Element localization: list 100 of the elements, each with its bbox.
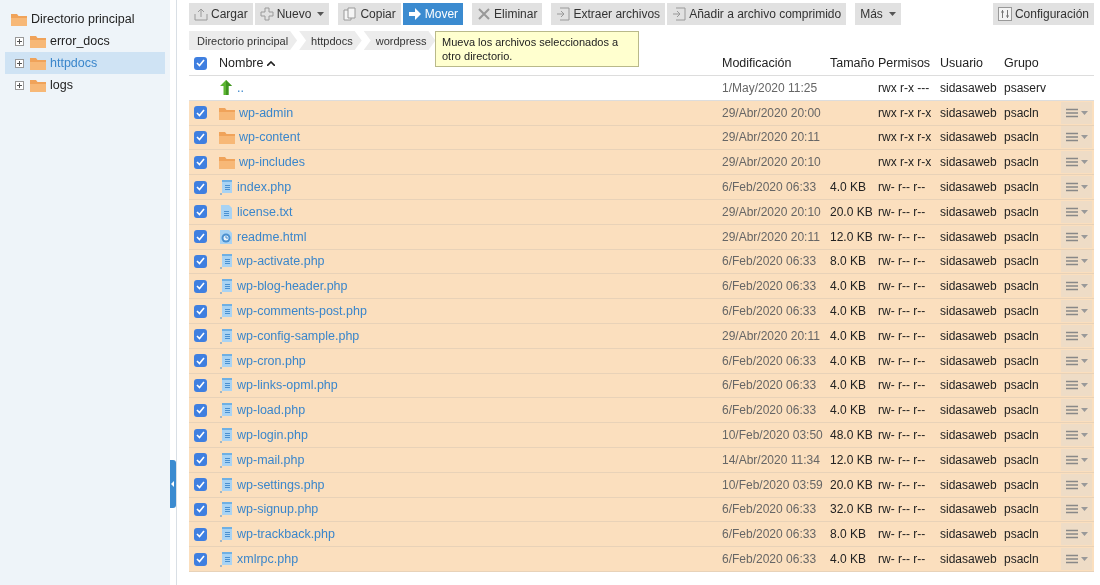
row-menu-button[interactable] xyxy=(1061,200,1092,223)
checkbox[interactable] xyxy=(194,552,207,566)
group-name: psacln xyxy=(1004,477,1039,492)
user-name: sidasaweb xyxy=(940,130,997,145)
row-menu-button[interactable] xyxy=(1061,374,1092,397)
checkbox[interactable] xyxy=(194,230,207,244)
checkbox[interactable] xyxy=(194,428,207,442)
checkbox[interactable] xyxy=(194,453,207,467)
file-row[interactable]: wp-links-opml.php 6/Feb/2020 06:33 4.0 KB rw- r-- r-- sidasaweb psacln xyxy=(189,373,1094,399)
tree-item[interactable]: Directorio principal xyxy=(5,8,165,30)
checkbox[interactable] xyxy=(194,378,207,392)
tree-item[interactable]: logs xyxy=(5,74,165,96)
checkbox[interactable] xyxy=(194,403,207,417)
caret-icon xyxy=(1080,185,1088,190)
column-header[interactable]: Grupo xyxy=(1004,56,1039,70)
checkbox[interactable] xyxy=(194,304,207,318)
file-row[interactable]: wp-comments-post.php 6/Feb/2020 06:33 4.0 KB rw- r-- r-- sidasaweb psacln xyxy=(189,299,1094,324)
file-size: 4.0 KB xyxy=(830,328,867,343)
menu-icon xyxy=(1065,380,1078,391)
checkbox[interactable] xyxy=(194,279,207,293)
row-menu-button[interactable] xyxy=(1061,176,1092,199)
file-row[interactable]: wp-includes 29/Abr/2020 20:10 rwx r-x r-x sidasaweb psacln xyxy=(189,150,1094,176)
user-name: sidasaweb xyxy=(940,428,997,443)
file-row[interactable]: wp-signup.php 6/Feb/2020 06:33 32.0 KB rw- r-- r-- sidasaweb psacln xyxy=(189,497,1094,523)
breadcrumb-item[interactable]: httpdocs xyxy=(299,31,362,50)
breadcrumb-item[interactable]: Directorio principal xyxy=(189,31,298,50)
group-name: psacln xyxy=(1004,105,1039,120)
checkbox[interactable] xyxy=(194,527,207,541)
row-menu-button[interactable] xyxy=(1061,151,1092,174)
checkbox[interactable] xyxy=(194,180,207,194)
caret-icon xyxy=(1080,482,1088,487)
file-row[interactable]: readme.html 29/Abr/2020 20:11 12.0 KB rw- r-- r-- sidasaweb psacln xyxy=(189,224,1094,250)
toolbar-button[interactable]: Extraer archivos xyxy=(551,3,666,25)
toolbar-button[interactable]: Cargar xyxy=(189,3,253,25)
script-file-icon xyxy=(219,451,233,468)
breadcrumb-item[interactable]: wordpress xyxy=(363,31,436,50)
row-menu-button[interactable] xyxy=(1061,126,1092,149)
up-arrow-icon xyxy=(219,80,233,96)
toolbar-button[interactable]: Añadir a archivo comprimido xyxy=(667,3,847,25)
file-row[interactable]: wp-config-sample.php 29/Abr/2020 20:11 4.0 KB rw- r-- r-- sidasaweb psacln xyxy=(189,323,1094,349)
column-header[interactable]: Usuario xyxy=(940,56,984,70)
permissions: rw- r-- r-- xyxy=(878,378,926,393)
toolbar-button[interactable]: Copiar xyxy=(338,3,401,25)
file-row[interactable]: wp-admin 29/Abr/2020 20:00 rwx r-x r-x sidasaweb psacln xyxy=(189,100,1094,126)
row-menu-button[interactable] xyxy=(1061,473,1092,496)
file-row[interactable]: index.php 6/Feb/2020 06:33 4.0 KB rw- r-- r-- sidasaweb psacln xyxy=(189,175,1094,200)
row-menu-button[interactable] xyxy=(1061,250,1092,273)
checkbox[interactable] xyxy=(194,478,207,492)
file-row[interactable]: wp-blog-header.php 6/Feb/2020 06:33 4.0 KB rw- r-- r-- sidasaweb psacln xyxy=(189,274,1094,300)
row-menu-button[interactable] xyxy=(1061,498,1092,521)
modified-date: 29/Abr/2020 20:11 xyxy=(722,130,820,145)
row-menu-button[interactable] xyxy=(1061,523,1092,546)
column-header[interactable]: Modificación xyxy=(722,56,792,70)
file-row[interactable]: wp-activate.php 6/Feb/2020 06:33 8.0 KB rw- r-- r-- sidasaweb psacln xyxy=(189,249,1094,275)
collapse-handle[interactable] xyxy=(170,460,176,508)
checkbox[interactable] xyxy=(194,502,207,516)
checkbox[interactable] xyxy=(194,254,207,268)
checkbox[interactable] xyxy=(194,155,207,169)
checkbox[interactable] xyxy=(194,131,207,144)
column-header[interactable]: Tamaño xyxy=(830,56,875,70)
menu-icon xyxy=(1065,157,1078,168)
file-row[interactable]: wp-cron.php 6/Feb/2020 06:33 4.0 KB rw- r-- r-- sidasaweb psacln xyxy=(189,348,1094,374)
column-header[interactable]: Permisos xyxy=(878,56,931,70)
row-menu-button[interactable] xyxy=(1061,324,1092,347)
checkbox[interactable] xyxy=(194,205,207,219)
toolbar-button[interactable]: Mover xyxy=(402,3,464,25)
caret-icon xyxy=(1080,234,1088,239)
file-row[interactable]: license.txt 29/Abr/2020 20:10 20.0 KB rw- r-- r-- sidasaweb psacln xyxy=(189,200,1094,225)
parent-folder-link[interactable]: .. xyxy=(237,80,244,95)
row-menu-button[interactable] xyxy=(1061,225,1092,248)
row-menu-button[interactable] xyxy=(1061,275,1092,298)
file-row[interactable]: xmlrpc.php 6/Feb/2020 06:33 4.0 KB rw- r-- r-- sidasaweb psacln xyxy=(189,547,1094,572)
group-name: psacln xyxy=(1004,428,1039,443)
column-header[interactable]: Nombre xyxy=(219,56,280,70)
row-menu-button[interactable] xyxy=(1061,448,1092,471)
file-row[interactable]: wp-load.php 6/Feb/2020 06:33 4.0 KB rw- r-- r-- sidasaweb psacln xyxy=(189,398,1094,424)
checkbox[interactable] xyxy=(194,56,207,70)
row-menu-button[interactable] xyxy=(1061,349,1092,372)
file-row[interactable]: wp-trackback.php 6/Feb/2020 06:33 8.0 KB rw- r-- r-- sidasaweb psacln xyxy=(189,522,1094,548)
row-menu-button[interactable] xyxy=(1061,548,1092,571)
row-menu-button[interactable] xyxy=(1061,399,1092,422)
file-row[interactable]: wp-login.php 10/Feb/2020 03:50 48.0 KB rw- r-- r-- sidasaweb psacln xyxy=(189,423,1094,448)
file-row[interactable]: wp-settings.php 10/Feb/2020 03:59 20.0 KB rw- r-- r-- sidasaweb psacln xyxy=(189,472,1094,498)
tree-item[interactable]: error_docs xyxy=(5,30,165,52)
row-menu-button[interactable] xyxy=(1061,424,1092,447)
toolbar-button[interactable]: Más xyxy=(855,3,901,25)
toolbar-button[interactable]: Eliminar xyxy=(472,3,543,25)
file-row[interactable]: wp-content 29/Abr/2020 20:11 rwx r-x r-x sidasaweb psacln xyxy=(189,125,1094,151)
toolbar-button[interactable]: Nuevo xyxy=(254,3,330,25)
checkbox[interactable] xyxy=(194,329,207,343)
checkbox[interactable] xyxy=(194,354,207,368)
checkbox[interactable] xyxy=(194,106,207,120)
group-name: psacln xyxy=(1004,552,1039,567)
row-menu-button[interactable] xyxy=(1061,300,1092,323)
caret-icon xyxy=(1080,532,1088,537)
file-row[interactable]: wp-mail.php 14/Abr/2020 11:34 12.0 KB rw- r-- r-- sidasaweb psacln xyxy=(189,447,1094,473)
settings-button[interactable]: Configuración xyxy=(992,3,1094,25)
group-name: psacln xyxy=(1004,328,1039,343)
folder-icon xyxy=(11,12,27,26)
row-menu-button[interactable] xyxy=(1061,101,1092,124)
